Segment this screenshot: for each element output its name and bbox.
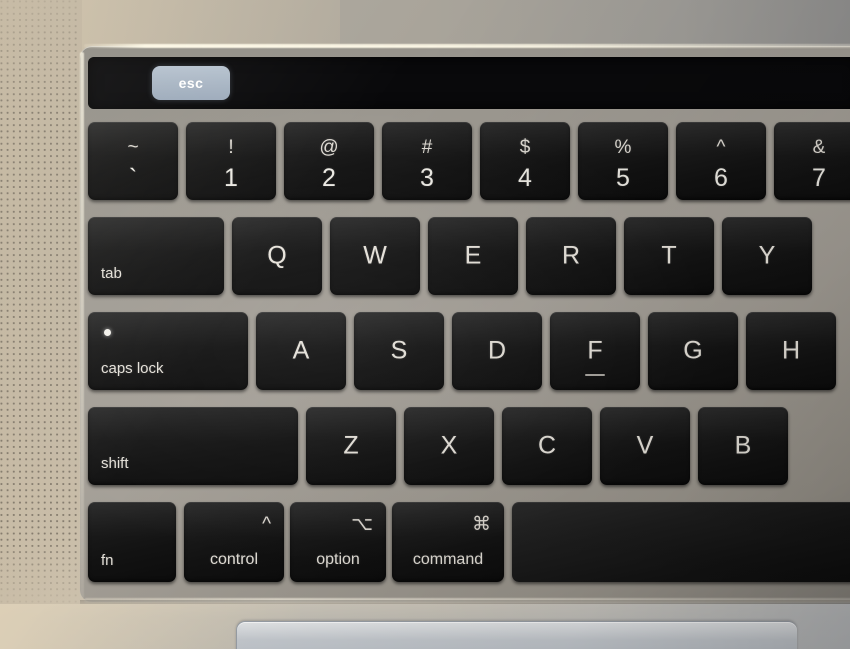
key-legend-tab: tab [101,265,122,282]
key-symbol-option: ⌥ [351,514,373,535]
key-symbol-control: ^ [262,514,271,535]
key-space[interactable] [512,502,850,582]
key-legend-upper: @ [319,137,339,158]
key-legend-letter: V [636,431,654,460]
key-legend-letter: F [587,336,603,365]
key-legend-letter: R [561,241,581,270]
key-legend-letter: Q [267,241,287,270]
key-legend-letter: A [292,336,310,365]
key-5[interactable]: % 5 [578,122,668,200]
key-symbol-command: ⌘ [472,514,491,535]
screenshot-stage: esc ~ `! 1 @2 #3 $4% 5 ^ 6 & 7 tab Q W E R T Y caps lock… [0,0,850,649]
key-legend-upper: ^ [716,137,726,158]
key-legend-letter: G [683,336,703,365]
key-legend-letter: Y [758,241,776,270]
key-legend-upper: $ [519,137,531,158]
key-legend-letter: C [537,431,557,460]
key-fn[interactable]: fn [88,502,176,582]
key-1[interactable]: ! 1 [186,122,276,200]
trackpad[interactable] [236,621,797,649]
key-option[interactable]: ⌥ option [290,502,386,582]
key-3[interactable]: #3 [382,122,472,200]
key-a[interactable]: A [256,312,346,390]
key-legend-upper: ! [228,137,234,158]
key-z[interactable]: Z [306,407,396,485]
keyboard-well-top-edge [84,44,850,48]
key-tab[interactable]: tab [88,217,224,295]
key-legend-command: command [412,551,484,568]
key-legend-lower: 5 [616,164,630,192]
caps-lock-indicator-icon [104,329,111,336]
key-legend-letter: Z [343,431,359,460]
key-legend-option: option [316,551,360,568]
key-legend-control: control [209,551,259,568]
key-q[interactable]: Q [232,217,322,295]
keyboard-well-left-edge [80,52,84,600]
trackpad-gloss [237,622,797,640]
esc-key-label: esc [178,75,204,91]
key-h[interactable]: H [746,312,836,390]
key-command[interactable]: ⌘ command [392,502,504,582]
key-g[interactable]: G [648,312,738,390]
key-legend-letter: H [781,336,801,365]
key-shift[interactable]: shift [88,407,298,485]
key-s[interactable]: S [354,312,444,390]
key-x[interactable]: X [404,407,494,485]
key-`[interactable]: ~ ` [88,122,178,200]
key-legend-lower: 3 [420,164,434,192]
touch-bar[interactable]: esc [88,57,850,109]
key-legend-upper: # [421,137,433,158]
key-legend-letter: E [464,241,482,270]
key-legend-letter: W [363,241,387,270]
key-7[interactable]: & 7 [774,122,850,200]
key-legend-lower: 4 [518,164,532,192]
key-c[interactable]: C [502,407,592,485]
key-legend-letter: T [661,241,677,270]
key-legend-letter: S [390,336,408,365]
key-legend-lower: 6 [714,164,728,192]
key-e[interactable]: E [428,217,518,295]
key-legend-letter: X [440,431,458,460]
key-legend-caps-lock: caps lock [101,360,164,377]
key-legend-lower: 1 [224,164,238,192]
key-legend-fn: fn [101,552,114,569]
speaker-grille [0,0,78,604]
key-legend-lower: 2 [322,164,336,192]
key-v[interactable]: V [600,407,690,485]
key-6[interactable]: ^ 6 [676,122,766,200]
key-b[interactable]: B [698,407,788,485]
esc-key[interactable]: esc [152,66,230,100]
key-4[interactable]: $4 [480,122,570,200]
key-2[interactable]: @2 [284,122,374,200]
key-legend-upper: % [614,137,632,158]
home-row-tactile-bar [585,373,605,376]
key-r[interactable]: R [526,217,616,295]
key-legend-upper: & [812,137,826,158]
key-d[interactable]: D [452,312,542,390]
key-legend-shift: shift [101,455,129,472]
key-control[interactable]: ^ control [184,502,284,582]
key-legend-letter: B [734,431,752,460]
key-t[interactable]: T [624,217,714,295]
key-legend-letter: D [487,336,507,365]
key-caps-lock[interactable]: caps lock [88,312,248,390]
key-legend-lower: 7 [812,164,826,192]
key-legend-upper: ~ [127,137,139,158]
key-f[interactable]: F [550,312,640,390]
key-w[interactable]: W [330,217,420,295]
key-legend-lower: ` [128,164,138,192]
key-y[interactable]: Y [722,217,812,295]
